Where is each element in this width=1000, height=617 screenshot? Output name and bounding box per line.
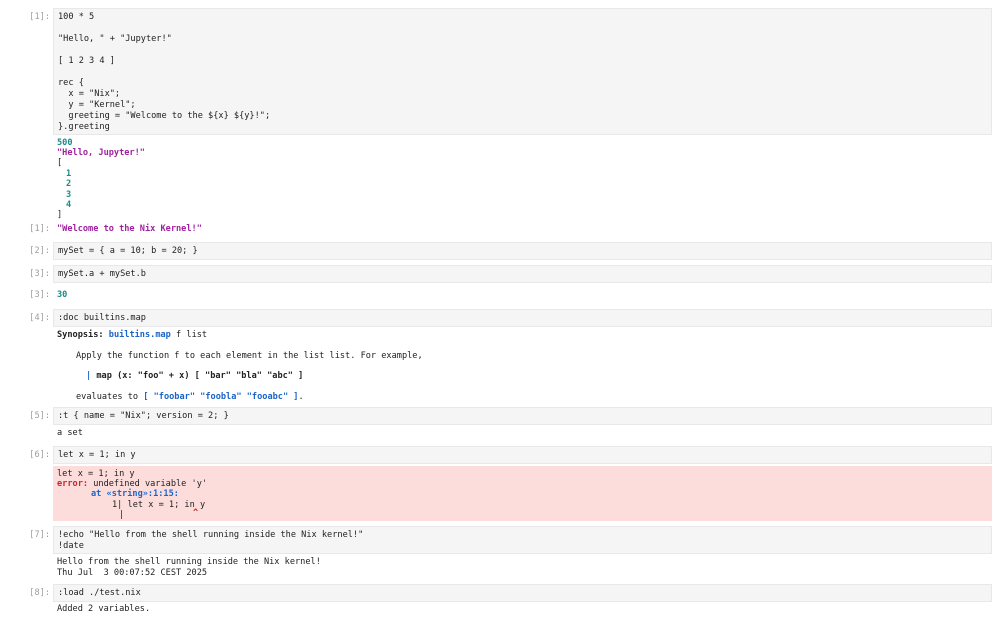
cell-5-output: a set — [57, 428, 83, 438]
output-number: 500 — [57, 138, 73, 148]
evaluates-value: [ "foobar" "foobla" "fooabc" ] — [143, 392, 299, 402]
cell-3-result: 30 — [57, 290, 68, 300]
cell-8-input[interactable]: :load ./test.nix — [53, 584, 992, 602]
code-line: !date — [58, 541, 84, 551]
list-item: 3 — [66, 190, 72, 200]
cell-4-input[interactable]: :doc builtins.map — [53, 309, 992, 327]
code-line: [ 1 2 3 4 ] — [58, 56, 115, 66]
error-location: at «string»:1:15: — [91, 489, 179, 499]
cell-3-result-prompt: [3]: — [29, 290, 50, 300]
cell-8-output: Added 2 variables. — [57, 604, 151, 614]
cell-7-output: Hello from the shell running inside the … — [57, 557, 321, 567]
error-text: undefined variable 'y' — [88, 479, 208, 489]
list-close-bracket: ] — [57, 210, 63, 220]
list-open-bracket: [ — [57, 158, 63, 168]
cell-4-prompt: [4]: — [29, 313, 50, 323]
code-line: }.greeting — [58, 122, 110, 132]
code-line: mySet = { a = 10; b = 20; } — [58, 246, 198, 256]
cell-1-result: "Welcome to the Nix Kernel!" — [57, 224, 202, 234]
cell-3-prompt: [3]: — [29, 269, 50, 279]
list-item: 4 — [66, 200, 72, 210]
cell-6-input[interactable]: let x = 1; in y — [53, 446, 992, 464]
cell-2-prompt: [2]: — [29, 246, 50, 256]
cell-1-input[interactable]: 100 * 5 "Hello, " + "Jupyter!" [ 1 2 3 4… — [53, 8, 992, 135]
code-line: rec { — [58, 78, 84, 88]
output-string: "Hello, Jupyter!" — [57, 148, 145, 158]
code-line: x = "Nix"; — [58, 89, 121, 99]
synopsis-function: builtins.map — [108, 330, 171, 340]
error-caret: ^ — [193, 508, 199, 518]
cell-2-input[interactable]: mySet = { a = 10; b = 20; } — [53, 242, 992, 260]
error-message: error: undefined variable 'y' — [57, 479, 207, 490]
cell-1-prompt: [1]: — [29, 12, 50, 22]
error-gutter-bar: | — [119, 510, 125, 520]
code-line: let x = 1; in y — [58, 450, 136, 460]
error-output: let x = 1; in y error: undefined variabl… — [53, 466, 992, 521]
example-code: map (x: "foo" + x) [ "bar" "bla" "abc" ] — [96, 371, 304, 381]
cell-5-prompt: [5]: — [29, 411, 50, 421]
code-line: mySet.a + mySet.b — [58, 269, 146, 279]
doc-description: Apply the function f to each element in … — [76, 351, 423, 361]
synopsis-args: f list — [176, 330, 208, 340]
code-line: :t { name = "Nix"; version = 2; } — [58, 411, 229, 421]
cell-7-output: Thu Jul 3 00:07:52 CEST 2025 — [57, 568, 208, 578]
code-line: "Hello, " + "Jupyter!" — [58, 34, 172, 44]
code-line: greeting = "Welcome to the ${x} ${y}!"; — [58, 111, 271, 121]
error-label: error: — [57, 479, 89, 489]
cell-3-input[interactable]: mySet.a + mySet.b — [53, 265, 992, 283]
cell-8-prompt: [8]: — [29, 588, 50, 598]
code-line: !echo "Hello from the shell running insi… — [58, 530, 364, 540]
cell-7-input[interactable]: !echo "Hello from the shell running insi… — [53, 526, 992, 554]
evaluates-suffix: . — [298, 392, 304, 402]
cell-7-prompt: [7]: — [29, 530, 50, 540]
cell-1-result-prompt: [1]: — [29, 224, 50, 234]
error-source-line: 1| let x = 1; in y — [112, 500, 206, 510]
list-item: 2 — [66, 179, 72, 189]
cell-6-prompt: [6]: — [29, 450, 50, 460]
error-echo: let x = 1; in y — [57, 469, 135, 479]
doc-evaluates: evaluates to [ "foobar" "foobla" "fooabc… — [76, 392, 304, 403]
doc-synopsis: Synopsis: builtins.map f list — [57, 330, 207, 341]
code-line: :load ./test.nix — [58, 588, 141, 598]
doc-example: | map (x: "foo" + x) [ "bar" "bla" "abc"… — [86, 371, 303, 382]
synopsis-label: Synopsis: — [57, 330, 104, 340]
code-line: y = "Kernel"; — [58, 100, 136, 110]
example-bar: | — [86, 371, 92, 381]
cell-5-input[interactable]: :t { name = "Nix"; version = 2; } — [53, 407, 992, 425]
code-line: 100 * 5 — [58, 12, 95, 22]
list-item: 1 — [66, 169, 72, 179]
code-line: :doc builtins.map — [58, 313, 146, 323]
evaluates-prefix: evaluates to — [76, 392, 144, 402]
